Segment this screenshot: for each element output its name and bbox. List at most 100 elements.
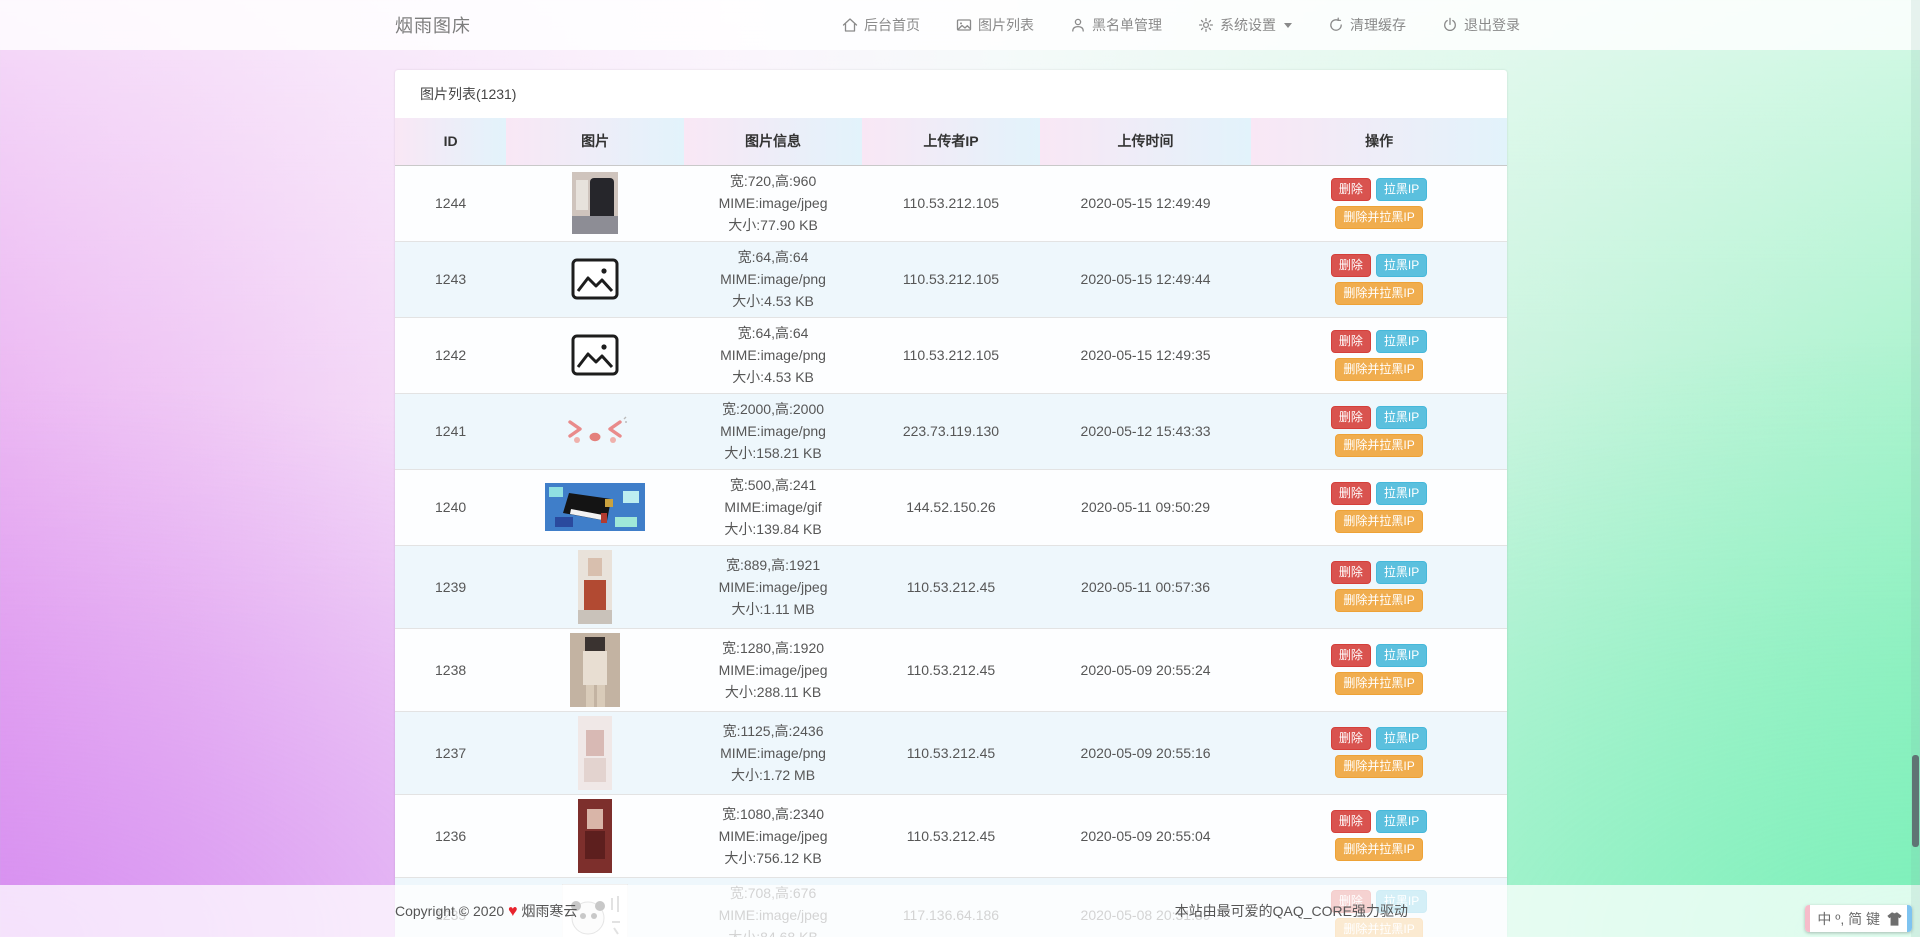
image-thumbnail[interactable]: [578, 716, 612, 790]
nav-item-power[interactable]: 退出登录: [1442, 15, 1520, 35]
page-title: 图片列表(1231): [395, 70, 1507, 118]
delete-and-blacklist-ip-button[interactable]: 删除并拉黑IP: [1335, 358, 1422, 381]
nav-item-refresh[interactable]: 清理缓存: [1328, 15, 1406, 35]
ime-status-text: 中 º, 简 键: [1817, 909, 1880, 929]
table-row: 1240 宽:500,高:241 MIME:image/gif 大小:139.8…: [395, 469, 1507, 545]
image-thumbnail[interactable]: [572, 172, 618, 234]
upload-time-cell: 2020-05-15 12:49:44: [1040, 241, 1251, 317]
ime-skin-shirt-icon[interactable]: [1887, 912, 1902, 926]
uploader-ip-cell: 223.73.119.130: [862, 393, 1040, 469]
delete-button[interactable]: 删除: [1331, 810, 1371, 833]
blacklist-ip-button[interactable]: 拉黑IP: [1376, 561, 1427, 584]
nav-item-user[interactable]: 黑名单管理: [1070, 15, 1162, 35]
delete-and-blacklist-ip-button[interactable]: 删除并拉黑IP: [1335, 589, 1422, 612]
blacklist-ip-button[interactable]: 拉黑IP: [1376, 406, 1427, 429]
column-header: 上传者IP: [862, 118, 1040, 165]
uploader-ip-cell: 110.53.212.45: [862, 711, 1040, 794]
uploader-ip-cell: 110.53.212.45: [862, 545, 1040, 628]
scrollbar[interactable]: [1911, 0, 1920, 937]
table-row: 1241 宽:2000,高:2000 MIME:image/png 大小:158…: [395, 393, 1507, 469]
image-dimensions: 宽:2000,高:2000: [688, 398, 858, 420]
nav-item-label: 后台首页: [864, 15, 920, 35]
delete-and-blacklist-ip-button[interactable]: 删除并拉黑IP: [1335, 838, 1422, 861]
nav-item-gear[interactable]: 系统设置: [1198, 15, 1292, 35]
image-thumbnail[interactable]: [570, 633, 620, 707]
thumbnail-cell: [506, 469, 684, 545]
image-id-cell: 1241: [395, 393, 506, 469]
blacklist-ip-button[interactable]: 拉黑IP: [1376, 644, 1427, 667]
power-icon: [1442, 17, 1458, 33]
image-mime: MIME:image/gif: [688, 496, 858, 518]
delete-button[interactable]: 删除: [1331, 178, 1371, 201]
delete-and-blacklist-ip-button[interactable]: 删除并拉黑IP: [1335, 434, 1422, 457]
nav-menu: 后台首页 图片列表 黑名单管理 系统设置 清理缓存 退出登录: [842, 15, 1520, 35]
brand-title[interactable]: 烟雨图床: [395, 12, 471, 38]
column-header: 图片: [506, 118, 684, 165]
image-size: 大小:756.12 KB: [688, 847, 858, 869]
table-row: 1236 宽:1080,高:2340 MIME:image/jpeg 大小:75…: [395, 794, 1507, 877]
image-info-cell: 宽:889,高:1921 MIME:image/jpeg 大小:1.11 MB: [684, 545, 862, 628]
thumbnail-cell: [506, 628, 684, 711]
image-id-cell: 1242: [395, 317, 506, 393]
column-header: 上传时间: [1040, 118, 1251, 165]
upload-time-cell: 2020-05-09 20:55:24: [1040, 628, 1251, 711]
blacklist-ip-button[interactable]: 拉黑IP: [1376, 330, 1427, 353]
image-dimensions: 宽:889,高:1921: [688, 554, 858, 576]
blacklist-ip-button[interactable]: 拉黑IP: [1376, 482, 1427, 505]
upload-time-cell: 2020-05-15 12:49:49: [1040, 165, 1251, 241]
image-thumbnail[interactable]: [562, 416, 628, 446]
blacklist-ip-button[interactable]: 拉黑IP: [1376, 254, 1427, 277]
image-mime: MIME:image/jpeg: [688, 576, 858, 598]
image-dimensions: 宽:64,高:64: [688, 246, 858, 268]
actions-cell: 删除 拉黑IP 删除并拉黑IP: [1251, 711, 1507, 794]
image-thumbnail[interactable]: [571, 334, 619, 376]
image-dimensions: 宽:1080,高:2340: [688, 803, 858, 825]
delete-and-blacklist-ip-button[interactable]: 删除并拉黑IP: [1335, 206, 1422, 229]
column-header: 图片信息: [684, 118, 862, 165]
actions-cell: 删除 拉黑IP 删除并拉黑IP: [1251, 165, 1507, 241]
heart-icon: ♥: [508, 903, 518, 920]
nav-item-label: 图片列表: [978, 15, 1034, 35]
delete-button[interactable]: 删除: [1331, 644, 1371, 667]
image-thumbnail[interactable]: [578, 799, 612, 873]
refresh-icon: [1328, 17, 1344, 33]
nav-item-image[interactable]: 图片列表: [956, 15, 1034, 35]
blacklist-ip-button[interactable]: 拉黑IP: [1376, 178, 1427, 201]
image-info-cell: 宽:2000,高:2000 MIME:image/png 大小:158.21 K…: [684, 393, 862, 469]
image-dimensions: 宽:1280,高:1920: [688, 637, 858, 659]
blacklist-ip-button[interactable]: 拉黑IP: [1376, 810, 1427, 833]
table-header: ID图片图片信息上传者IP上传时间操作: [395, 118, 1507, 165]
delete-and-blacklist-ip-button[interactable]: 删除并拉黑IP: [1335, 755, 1422, 778]
image-info-cell: 宽:720,高:960 MIME:image/jpeg 大小:77.90 KB: [684, 165, 862, 241]
delete-button[interactable]: 删除: [1331, 254, 1371, 277]
image-thumbnail[interactable]: [545, 483, 645, 531]
uploader-ip-cell: 110.53.212.105: [862, 317, 1040, 393]
image-id-cell: 1239: [395, 545, 506, 628]
image-mime: MIME:image/png: [688, 344, 858, 366]
image-info-cell: 宽:500,高:241 MIME:image/gif 大小:139.84 KB: [684, 469, 862, 545]
delete-button[interactable]: 删除: [1331, 727, 1371, 750]
image-id-cell: 1243: [395, 241, 506, 317]
delete-button[interactable]: 删除: [1331, 406, 1371, 429]
delete-button[interactable]: 删除: [1331, 330, 1371, 353]
delete-and-blacklist-ip-button[interactable]: 删除并拉黑IP: [1335, 672, 1422, 695]
image-thumbnail[interactable]: [571, 258, 619, 300]
nav-item-home[interactable]: 后台首页: [842, 15, 920, 35]
home-icon: [842, 17, 858, 33]
scrollbar-thumb[interactable]: [1912, 755, 1919, 847]
ime-indicator[interactable]: 中 º, 简 键: [1805, 905, 1912, 932]
thumbnail-cell: [506, 165, 684, 241]
delete-button[interactable]: 删除: [1331, 482, 1371, 505]
delete-and-blacklist-ip-button[interactable]: 删除并拉黑IP: [1335, 282, 1422, 305]
nav-item-label: 清理缓存: [1350, 15, 1406, 35]
image-list-card: 图片列表(1231) ID图片图片信息上传者IP上传时间操作 1244 宽:72…: [395, 70, 1507, 937]
uploader-ip-cell: 144.52.150.26: [862, 469, 1040, 545]
image-thumbnail[interactable]: [578, 550, 612, 624]
upload-time-cell: 2020-05-09 20:55:04: [1040, 794, 1251, 877]
actions-cell: 删除 拉黑IP 删除并拉黑IP: [1251, 317, 1507, 393]
delete-and-blacklist-ip-button[interactable]: 删除并拉黑IP: [1335, 510, 1422, 533]
blacklist-ip-button[interactable]: 拉黑IP: [1376, 727, 1427, 750]
image-size: 大小:1.11 MB: [688, 598, 858, 620]
actions-cell: 删除 拉黑IP 删除并拉黑IP: [1251, 469, 1507, 545]
delete-button[interactable]: 删除: [1331, 561, 1371, 584]
